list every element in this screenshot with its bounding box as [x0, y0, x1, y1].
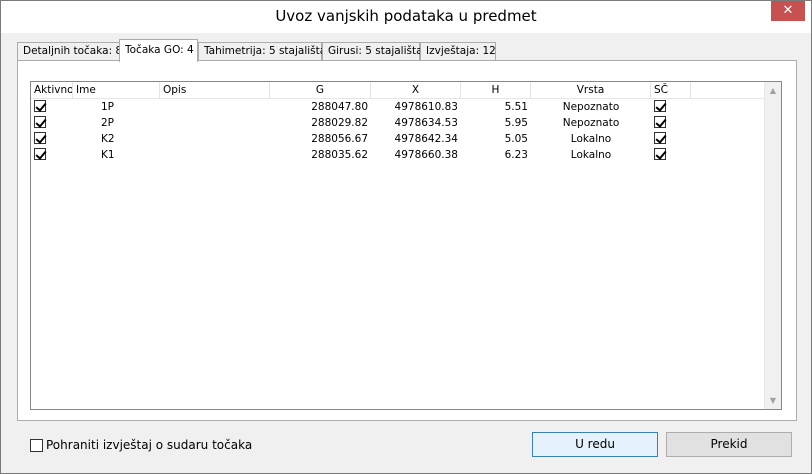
table-header: Aktivno Ime Opis G X H Vrsta SČ — [31, 82, 765, 99]
h-cell: 5.95 — [504, 117, 528, 129]
dialog-window: Uvoz vanjskih podataka u predmet ✕ Detal… — [0, 0, 812, 474]
g-cell: 288047.80 — [311, 101, 368, 113]
column-header-g[interactable]: G — [270, 82, 371, 99]
aktivno-cell — [31, 147, 73, 163]
close-icon: ✕ — [782, 3, 794, 18]
tab-detaljnih-tocaka[interactable]: Detaljnih točaka: 8 — [17, 42, 122, 61]
opis-cell — [160, 99, 270, 115]
g-cell: 288029.82 — [311, 117, 368, 129]
column-header-vrsta[interactable]: Vrsta — [531, 82, 651, 99]
aktivno-checkbox[interactable] — [34, 100, 46, 112]
column-header-ime[interactable]: Ime — [73, 82, 160, 99]
aktivno-checkbox[interactable] — [34, 132, 46, 144]
column-header-x[interactable]: X — [371, 82, 461, 99]
h-cell: 5.51 — [504, 101, 528, 113]
ime-cell: 1P — [101, 101, 115, 113]
vrsta-cell: Nepoznato — [562, 101, 620, 113]
opis-cell — [160, 115, 270, 131]
sc-checkbox[interactable] — [654, 116, 666, 128]
cancel-button[interactable]: Prekid — [666, 432, 792, 457]
close-button[interactable]: ✕ — [771, 1, 805, 21]
table-row[interactable]: 1P 288047.80 4978610.83 5.51 Nepoznato — [31, 99, 765, 115]
ime-cell: K2 — [101, 133, 115, 145]
column-header-aktivno[interactable]: Aktivno — [31, 82, 73, 99]
tab-girusi[interactable]: Girusi: 5 stajališta — [322, 42, 423, 61]
column-header-opis[interactable]: Opis — [160, 82, 270, 99]
points-table[interactable]: Aktivno Ime Opis G X H Vrsta SČ 1P 28804… — [30, 81, 782, 410]
h-cell: 6.23 — [504, 149, 528, 161]
ok-button[interactable]: U redu — [532, 432, 658, 457]
sc-cell — [651, 131, 691, 147]
sc-checkbox[interactable] — [654, 132, 666, 144]
save-collision-report-checkbox[interactable] — [30, 438, 43, 452]
sc-checkbox[interactable] — [654, 148, 666, 160]
sc-cell — [651, 147, 691, 163]
sc-checkbox[interactable] — [654, 100, 666, 112]
x-cell: 4978610.83 — [394, 101, 458, 113]
h-cell: 5.05 — [504, 133, 528, 145]
aktivno-cell — [31, 131, 73, 147]
sc-cell — [651, 99, 691, 115]
opis-cell — [160, 147, 270, 163]
x-cell: 4978660.38 — [394, 149, 458, 161]
g-cell: 288056.67 — [311, 133, 368, 145]
save-collision-report-option[interactable]: Pohraniti izvještaj o sudaru točaka — [30, 438, 252, 452]
aktivno-checkbox[interactable] — [34, 116, 46, 128]
aktivno-cell — [31, 115, 73, 131]
column-header-filler — [691, 82, 765, 99]
tab-izvjestaja[interactable]: Izvještaja: 12 — [420, 42, 496, 61]
tab-tahimetrija[interactable]: Tahimetrija: 5 stajališta — [198, 42, 326, 61]
scroll-up-icon[interactable]: ▲ — [765, 82, 781, 99]
tab-tocaka-go[interactable]: Točaka GO: 4 — [119, 39, 198, 62]
g-cell: 288035.62 — [311, 149, 368, 161]
scroll-down-icon[interactable]: ▼ — [765, 392, 781, 409]
table-row[interactable]: K1 288035.62 4978660.38 6.23 Lokalno — [31, 147, 765, 163]
table-row[interactable]: 2P 288029.82 4978634.53 5.95 Nepoznato — [31, 115, 765, 131]
title-bar[interactable]: Uvoz vanjskih podataka u predmet ✕ — [1, 1, 811, 33]
save-collision-report-label: Pohraniti izvještaj o sudaru točaka — [46, 438, 253, 452]
table-body: 1P 288047.80 4978610.83 5.51 Nepoznato 2… — [31, 99, 765, 163]
sc-cell — [651, 115, 691, 131]
vrsta-cell: Lokalno — [570, 149, 612, 161]
window-title: Uvoz vanjskih podataka u predmet — [275, 7, 537, 25]
table-row[interactable]: K2 288056.67 4978642.34 5.05 Lokalno — [31, 131, 765, 147]
tab-panel-tocaka-go: Aktivno Ime Opis G X H Vrsta SČ 1P 28804… — [17, 60, 797, 421]
ime-cell: K1 — [101, 149, 115, 161]
aktivno-cell — [31, 99, 73, 115]
column-header-h[interactable]: H — [461, 82, 531, 99]
vertical-scrollbar[interactable]: ▲ ▼ — [764, 82, 781, 409]
x-cell: 4978634.53 — [394, 117, 458, 129]
ime-cell: 2P — [101, 117, 115, 129]
x-cell: 4978642.34 — [394, 133, 458, 145]
opis-cell — [160, 131, 270, 147]
vrsta-cell: Lokalno — [570, 133, 612, 145]
aktivno-checkbox[interactable] — [34, 148, 46, 160]
vrsta-cell: Nepoznato — [562, 117, 620, 129]
column-header-sc[interactable]: SČ — [651, 82, 691, 99]
